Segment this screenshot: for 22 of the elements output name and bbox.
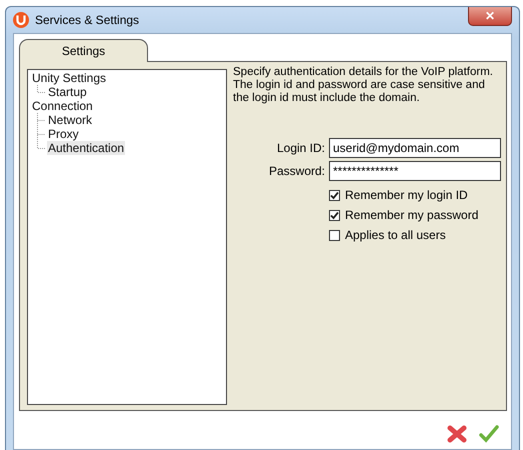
- checkmark-icon[interactable]: [479, 425, 499, 443]
- tree-item[interactable]: Startup: [47, 85, 88, 99]
- window-title: Services & Settings: [35, 13, 140, 27]
- checkbox-label: Remember my login ID: [345, 189, 468, 202]
- tree-item[interactable]: Authentication: [47, 141, 126, 155]
- checkbox[interactable]: [329, 230, 340, 241]
- description-text: Specify authentication details for the VoIP platform. The login id and password are case sensitive and the login id must include the domain.: [233, 66, 494, 105]
- cancel-icon[interactable]: [447, 425, 467, 443]
- tree-item[interactable]: Unity Settings: [31, 71, 108, 85]
- login-id-field[interactable]: userid@mydomain.com: [329, 138, 501, 158]
- tree-item[interactable]: Connection: [31, 99, 94, 113]
- password-field[interactable]: **************: [329, 161, 501, 181]
- checkbox[interactable]: [329, 210, 340, 221]
- field-label: Login ID:: [276, 141, 325, 155]
- tree-item[interactable]: Network: [47, 113, 94, 127]
- checkbox[interactable]: [329, 190, 340, 201]
- checkbox-label: Remember my password: [345, 209, 478, 222]
- logo-icon: [13, 12, 29, 28]
- settings-tab[interactable]: Settings: [19, 39, 148, 62]
- field-label: Password:: [268, 164, 325, 178]
- checkbox-label: Applies to all users: [345, 229, 446, 242]
- tree-item[interactable]: Proxy: [47, 127, 80, 141]
